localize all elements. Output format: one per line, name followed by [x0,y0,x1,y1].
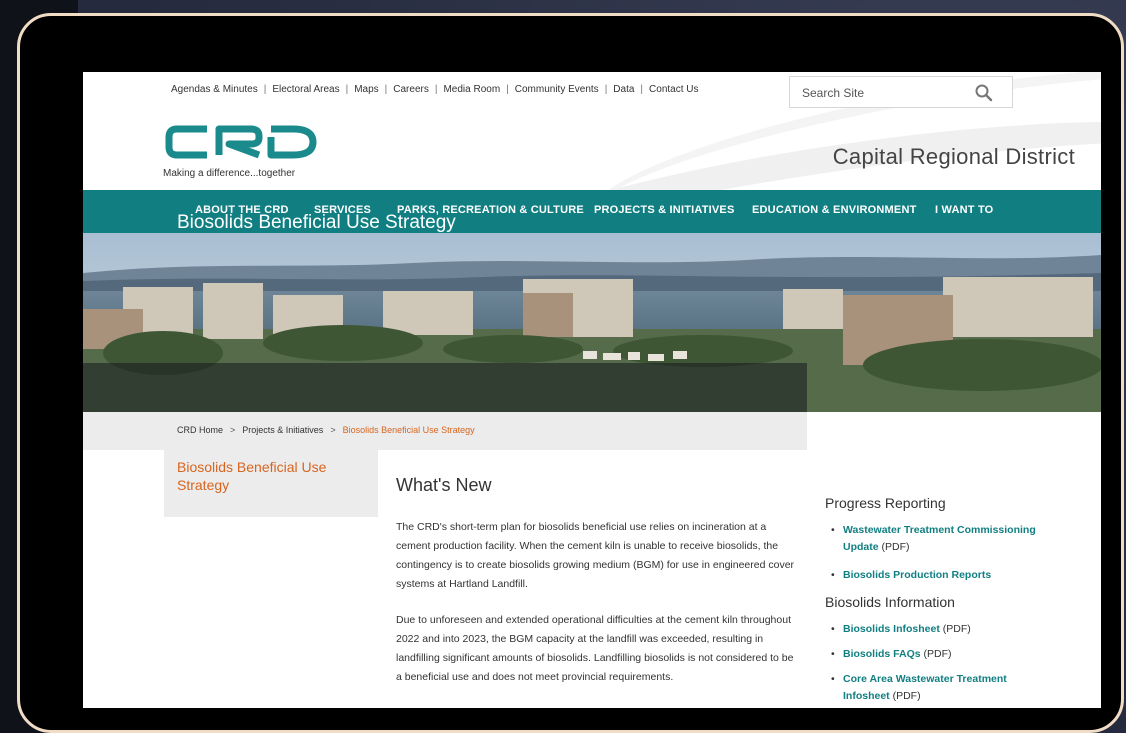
link-core-area-infosheet[interactable]: Core Area Wastewater Treatment Infosheet [843,673,1007,702]
utility-link-electoral-areas[interactable]: Electoral Areas [272,84,339,95]
sidebar-link-item: • Biosolids Production Reports [831,569,992,581]
hero-banner [83,233,1101,412]
breadcrumb-projects[interactable]: Projects & Initiatives [242,425,323,435]
nav-item-projects[interactable]: PROJECTS & INITIATIVES [594,204,735,216]
hero-title: Biosolids Beneficial Use Strategy [177,212,456,233]
utility-link-data[interactable]: Data [613,84,634,95]
crd-logo[interactable] [163,124,319,160]
tablet-device: Agendas & Minutes | Electoral Areas | Maps… [17,13,1124,733]
sidebar-link-item: • Biosolids Infosheet (PDF) [831,623,971,635]
logo-tagline: Making a difference...together [163,168,296,179]
link-commissioning-update[interactable]: Wastewater Treatment Commissioning Updat… [843,524,1036,553]
side-nav-title[interactable]: Biosolids Beneficial Use Strategy [177,458,357,494]
search-box [789,76,1013,108]
sidebar-link-item: • Wastewater Treatment Commissioning Upd… [831,524,1036,553]
link-production-reports[interactable]: Biosolids Production Reports [843,569,991,581]
hero-title-overlay [83,363,807,412]
content-paragraph: Due to unforeseen and extended operation… [396,614,794,683]
breadcrumb: CRD Home > Projects & Initiatives > Biosolid… [177,425,475,435]
sidebar-link-item: • Core Area Wastewater Treatment Infoshe… [831,673,1007,702]
link-biosolids-infosheet[interactable]: Biosolids Infosheet [843,623,940,635]
sidebar-heading-info: Biosolids Information [825,594,955,610]
content-paragraph: The CRD's short-term plan for biosolids … [396,521,795,590]
utility-link-media-room[interactable]: Media Room [443,84,500,95]
nav-item-i-want-to[interactable]: I WANT TO [935,204,993,216]
nav-item-education[interactable]: EDUCATION & ENVIRONMENT [752,204,917,216]
breadcrumb-current: Biosolids Beneficial Use Strategy [342,425,475,435]
utility-link-contact-us[interactable]: Contact Us [649,84,698,95]
browser-screen: Agendas & Minutes | Electoral Areas | Maps… [83,72,1101,708]
sidebar-link-item: • Biosolids FAQs (PDF) [831,648,952,660]
link-biosolids-faqs[interactable]: Biosolids FAQs [843,648,921,660]
breadcrumb-home[interactable]: CRD Home [177,425,223,435]
search-icon[interactable] [974,83,994,103]
utility-link-maps[interactable]: Maps [354,84,378,95]
search-input[interactable] [800,85,964,101]
utility-link-agendas[interactable]: Agendas & Minutes [171,84,258,95]
site-name: Capital Regional District [832,144,1075,169]
content-heading: What's New [396,475,492,495]
utility-link-careers[interactable]: Careers [393,84,429,95]
utility-nav: Agendas & Minutes | Electoral Areas | Maps… [171,84,699,95]
sidebar-heading-progress: Progress Reporting [825,495,946,511]
site-header: Agendas & Minutes | Electoral Areas | Maps… [83,72,1101,190]
utility-link-community-events[interactable]: Community Events [515,84,599,95]
